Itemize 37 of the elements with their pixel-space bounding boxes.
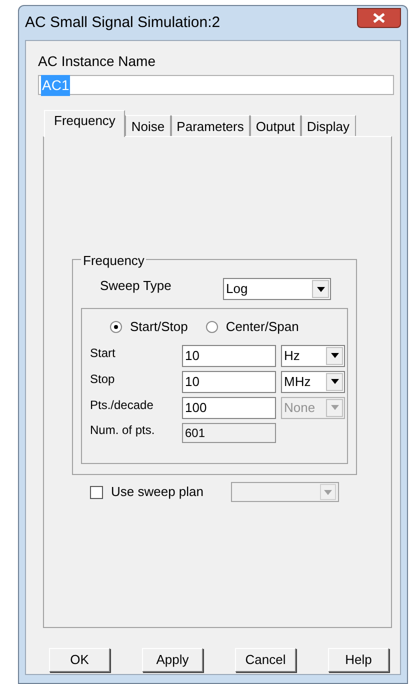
dialog-button[interactable]: Cancel xyxy=(235,648,296,672)
field-label: AC Instance Name xyxy=(38,53,156,69)
field-label: Start xyxy=(90,344,116,362)
num-points-field: 601 xyxy=(182,422,276,442)
caret-icon xyxy=(324,490,332,494)
tab[interactable]: Parameters xyxy=(170,115,250,137)
input-field[interactable]: 100 xyxy=(182,396,276,418)
close-button[interactable] xyxy=(357,8,401,28)
dialog-button[interactable]: Help xyxy=(328,648,389,672)
dialog-button[interactable]: OK xyxy=(49,648,110,672)
sweep-type-dropdown[interactable]: Log xyxy=(223,278,331,300)
radio-button[interactable] xyxy=(206,320,218,333)
checkbox[interactable] xyxy=(90,486,103,498)
dialog-button[interactable]: Apply xyxy=(142,648,203,672)
field-label: Num. of pts. xyxy=(90,422,156,438)
field-label: Pts./decade xyxy=(90,396,154,414)
tab[interactable]: Output xyxy=(250,115,301,137)
radio-button[interactable] xyxy=(110,320,122,333)
input-field[interactable]: 10 xyxy=(182,370,276,392)
field-label: Sweep Type xyxy=(100,277,172,296)
input-field[interactable]: 10 xyxy=(182,344,276,366)
tab[interactable]: Noise xyxy=(125,115,171,137)
unit-dropdown[interactable]: MHz xyxy=(281,370,345,392)
field-label: Stop xyxy=(90,370,116,388)
caret-icon xyxy=(330,353,338,358)
radio-label: Start/Stop xyxy=(130,318,188,336)
caret-icon xyxy=(316,286,324,292)
tab[interactable]: Frequency xyxy=(44,110,126,137)
window-title: AC Small Signal Simulation:2 xyxy=(25,12,220,33)
unit-dropdown[interactable]: Hz xyxy=(281,344,345,366)
radio-label: Center/Span xyxy=(226,318,299,336)
caret-icon xyxy=(330,379,338,384)
tab[interactable]: Display xyxy=(300,115,356,137)
caret-icon xyxy=(330,405,338,410)
checkbox-label: Use sweep plan xyxy=(111,483,204,502)
unit-dropdown: None xyxy=(281,396,345,418)
close-icon xyxy=(373,13,385,23)
